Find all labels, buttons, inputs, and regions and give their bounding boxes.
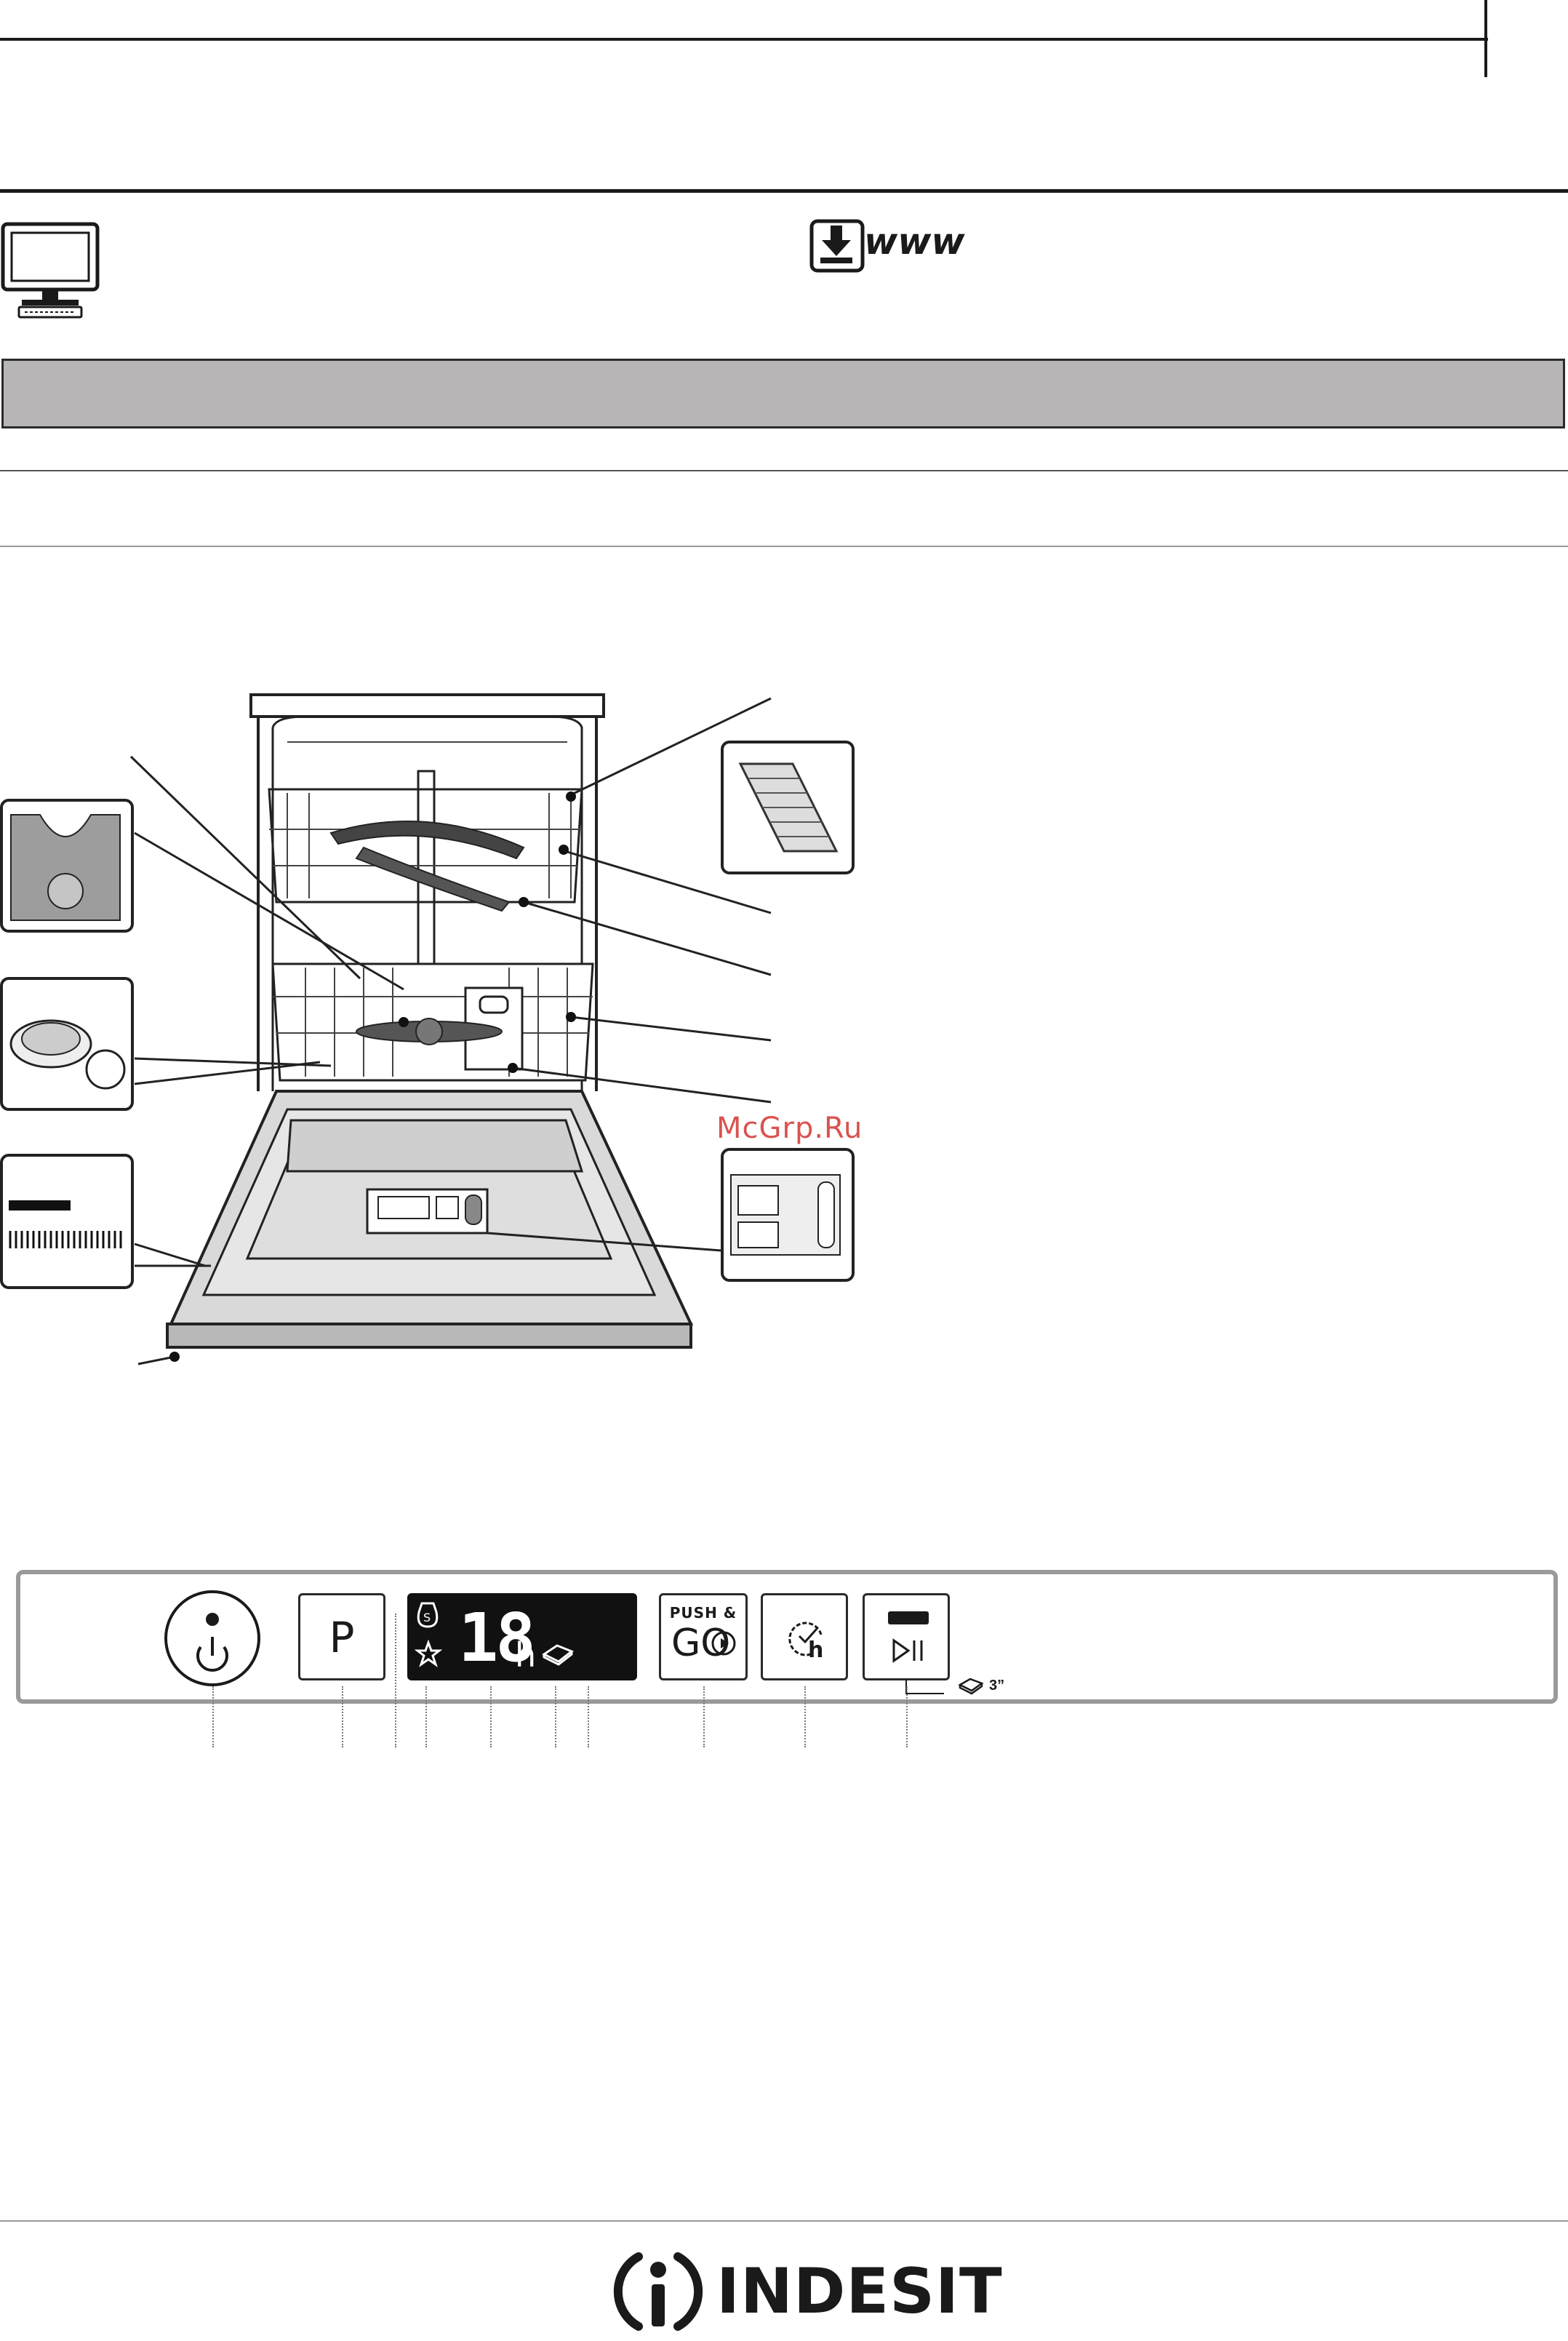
svg-text:S: S [423,1611,431,1624]
display-unit: h [515,1635,537,1675]
leader-display-end [588,1686,589,1747]
power-button[interactable] [163,1589,262,1688]
thin-rule-2 [0,546,1568,547]
dishwasher-diagram [0,693,855,1365]
delay-button[interactable]: h [761,1593,848,1680]
footer-rule [0,2220,1568,2222]
push-go-line1: PUSH & [669,1604,737,1622]
top-rule [0,38,1488,41]
thin-rule-1 [0,470,1568,471]
program-button-label: P [329,1613,355,1662]
leader-digits [490,1686,492,1747]
watermark-text: McGrp.Ru [716,1112,863,1145]
leader-rinse [425,1686,427,1747]
salt-icon: S [417,1602,439,1628]
brand-name: INDESIT [716,2255,1003,2328]
tablet-hold-bracket [905,1679,944,1694]
start-pause-button[interactable] [863,1593,950,1680]
leader-salt [395,1614,396,1747]
tablet-icon [542,1644,574,1666]
leader-start [906,1686,908,1747]
www-label: www [864,220,965,263]
delay-label: h [808,1638,824,1663]
section-header-bar [1,359,1565,428]
play-pause-icon [892,1638,923,1663]
top-rule-tick [1484,0,1487,77]
tablet-hold-label: 3” [989,1678,1005,1694]
start-pause-icon [711,1631,736,1656]
program-button[interactable]: P [298,1593,385,1680]
tablet-small-icon [958,1678,984,1695]
leader-tablet [555,1686,556,1747]
leader-power [212,1686,214,1747]
download-icon [809,219,865,273]
leader-program [342,1686,343,1747]
indesit-logo-mark [613,2252,703,2331]
monitor-icon [1,222,100,319]
push-go-button[interactable]: PUSH & GO [659,1593,748,1680]
leader-delay [804,1686,806,1747]
leader-push-go [703,1686,705,1747]
section-rule [0,189,1568,193]
status-light [888,1611,929,1624]
rinse-aid-icon [415,1640,442,1667]
